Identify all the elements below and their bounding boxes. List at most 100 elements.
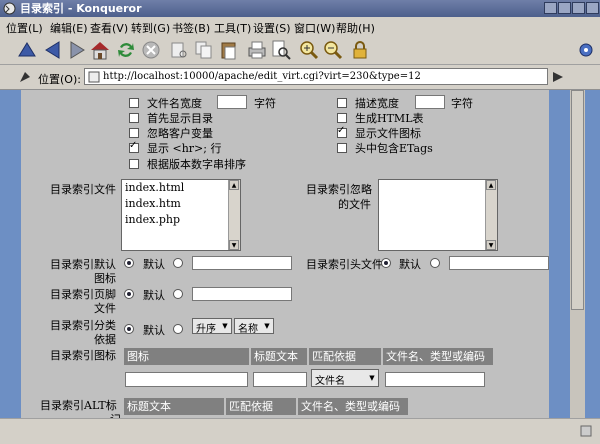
show-icons-checkbox[interactable] (337, 125, 347, 138)
page-icon (88, 71, 100, 83)
right-margin (585, 90, 600, 418)
icon-match-select[interactable]: 文件名 ▼ (311, 369, 379, 387)
form-panel: 文件名宽度 字符 描述宽度 字符 首先显示目录 生成HTML表 忽略客户变量 显… (21, 90, 549, 418)
footer-file-label-2: 文件 (94, 302, 116, 315)
ignore-client-label: 忽略客户变量 (147, 127, 213, 140)
location-bar: 位置(O): http://localhost:10000/apache/edi… (0, 65, 600, 90)
status-icon (580, 425, 592, 437)
header-file-radio-label: 默认 (399, 258, 421, 271)
cut-icon[interactable] (168, 39, 190, 61)
status-bar (0, 418, 600, 444)
index-file-line: index.php (125, 213, 181, 226)
filename-width-input[interactable] (217, 95, 247, 109)
forward-arrow-icon[interactable] (66, 39, 88, 61)
print-icon[interactable] (246, 39, 268, 61)
copy-icon[interactable] (193, 39, 215, 61)
find-icon[interactable] (270, 39, 292, 61)
zoom-in-icon[interactable] (298, 39, 320, 61)
icons-col-alt: 标题文本 (251, 348, 307, 365)
url-input[interactable]: http://localhost:10000/apache/edit_virt.… (84, 68, 548, 85)
menu-view[interactable]: 查看(V) (90, 20, 128, 36)
minimize-button[interactable] (558, 2, 571, 14)
default-icon-radio-custom[interactable] (173, 258, 183, 268)
alt-table-label: 目录索引ALT标 (40, 399, 117, 412)
location-label: 位置(O): (38, 73, 81, 86)
desc-width-input[interactable] (415, 95, 445, 109)
sort-by-radio-default[interactable] (124, 324, 134, 334)
icon-files-input[interactable] (385, 372, 485, 387)
help-window-button[interactable] (544, 2, 557, 14)
footer-file-radio-default[interactable] (124, 289, 134, 299)
icons-col-files: 文件名、类型或编码 (383, 348, 493, 365)
menu-settings[interactable]: 设置(S) (253, 20, 291, 36)
paste-icon[interactable] (218, 39, 240, 61)
go-arrow-icon[interactable] (550, 69, 566, 85)
sort-order-select[interactable]: 升序 ▼ (192, 318, 232, 335)
index-files-textarea[interactable]: index.html index.htm index.php ▲ ▼ (121, 179, 241, 251)
menu-bookmarks[interactable]: 书签(B) (172, 20, 210, 36)
chevron-down-icon: ▼ (369, 374, 375, 382)
page-scrollbar[interactable] (570, 90, 585, 418)
default-icon-radio-label: 默认 (143, 258, 165, 271)
home-icon[interactable] (89, 39, 111, 61)
chars-label: 字符 (254, 97, 276, 110)
menu-edit[interactable]: 编辑(E) (50, 20, 88, 36)
index-file-line: index.htm (125, 197, 181, 210)
default-icon-label-2: 图标 (94, 272, 116, 285)
default-icon-input[interactable] (192, 256, 292, 270)
dirs-first-label: 首先显示目录 (147, 112, 213, 125)
sort-by-radio-custom[interactable] (173, 324, 183, 334)
menu-window[interactable]: 窗口(W) (294, 20, 335, 36)
main-toolbar (0, 36, 600, 65)
menu-go[interactable]: 转到(G) (131, 20, 170, 36)
textarea-scrollbar[interactable]: ▲ ▼ (485, 180, 497, 250)
alt-col-files: 文件名、类型或编码 (298, 398, 408, 415)
chars-label-2: 字符 (451, 97, 473, 110)
reload-icon[interactable] (115, 39, 137, 61)
maximize-button[interactable] (572, 2, 585, 14)
show-icons-label: 显示文件图标 (355, 127, 421, 140)
icon-alt-input[interactable] (253, 372, 307, 387)
menu-tools[interactable]: 工具(T) (214, 20, 251, 36)
header-file-radio-default[interactable] (381, 258, 391, 268)
up-arrow-icon[interactable] (16, 39, 38, 61)
gen-html-label: 生成HTML表 (355, 112, 424, 125)
stop-icon[interactable] (140, 39, 162, 61)
alt-col-match: 匹配依据 (226, 398, 296, 415)
close-window-button[interactable] (586, 2, 599, 14)
zoom-out-icon[interactable] (322, 39, 344, 61)
head-etags-label: 头中包含ETags (355, 142, 433, 155)
desc-width-checkbox[interactable] (337, 98, 347, 108)
dirs-first-checkbox[interactable] (129, 113, 139, 123)
menu-location[interactable]: 位置(L) (6, 20, 43, 36)
menu-help[interactable]: 帮助(H) (336, 20, 375, 36)
filename-width-checkbox[interactable] (129, 98, 139, 108)
footer-file-radio-custom[interactable] (173, 289, 183, 299)
gear-icon[interactable] (575, 39, 597, 61)
textarea-scrollbar[interactable]: ▲ ▼ (228, 180, 240, 250)
header-file-radio-custom[interactable] (430, 258, 440, 268)
icons-col-icon: 图标 (124, 348, 249, 365)
index-file-line: index.html (125, 181, 185, 194)
ignore-files-textarea[interactable]: ▲ ▼ (378, 179, 498, 251)
page-content: 文件名宽度 字符 描述宽度 字符 首先显示目录 生成HTML表 忽略客户变量 显… (0, 90, 570, 418)
ignore-client-checkbox[interactable] (129, 128, 139, 138)
clear-location-icon[interactable] (18, 70, 32, 84)
gen-html-checkbox[interactable] (337, 113, 347, 123)
back-arrow-icon[interactable] (42, 39, 64, 61)
head-etags-checkbox[interactable] (337, 143, 347, 153)
scrollbar-thumb[interactable] (571, 90, 584, 310)
version-sort-label: 根据版本数字串排序 (147, 158, 246, 171)
show-hr-checkbox[interactable] (129, 140, 139, 153)
icon-path-input[interactable] (125, 372, 248, 387)
chevron-down-icon: ▼ (264, 322, 270, 330)
sort-field-select[interactable]: 名称 ▼ (234, 318, 274, 335)
version-sort-checkbox[interactable] (129, 159, 139, 169)
default-icon-radio-default[interactable] (124, 258, 134, 268)
footer-file-input[interactable] (192, 287, 292, 301)
title-bar: 目录索引 - Konqueror (0, 0, 600, 17)
header-file-input[interactable] (449, 256, 549, 270)
konqueror-icon[interactable] (3, 2, 16, 15)
icons-col-match: 匹配依据 (309, 348, 381, 365)
lock-icon[interactable] (349, 39, 371, 61)
